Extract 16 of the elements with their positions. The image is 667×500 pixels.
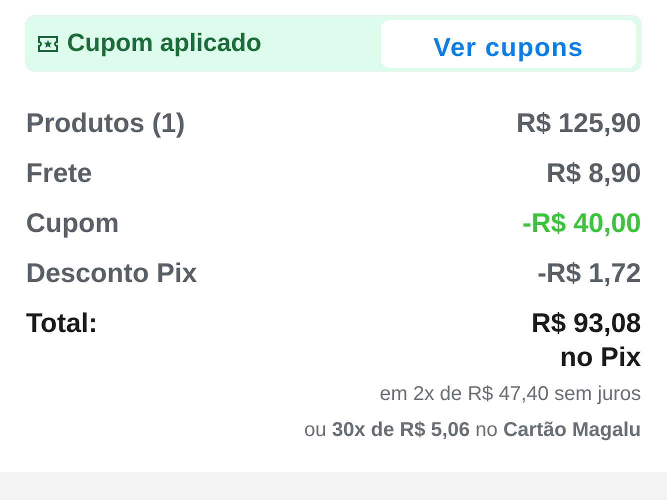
ticket-icon: [37, 34, 59, 52]
payment-method: no Pix: [558, 341, 641, 374]
summary-value: R$ 125,90: [516, 108, 641, 138]
summary-value: R$ 8,90: [546, 158, 641, 188]
installment-text: em 2x de R$ 47,40 sem juros: [378, 382, 641, 407]
coupon-status: Cupom aplicado: [67, 29, 262, 58]
installment-text: ou 30x de R$ 5,06 no Cartão Magalu: [303, 418, 641, 443]
summary-label: Desconto Pix: [26, 258, 198, 288]
summary-label: Cupom: [26, 208, 119, 238]
total-label: Total:: [26, 308, 98, 338]
view-coupons-button[interactable]: Ver cupons: [381, 20, 636, 68]
summary-value: -R$ 1,72: [537, 258, 641, 288]
summary-label: Produtos (1): [26, 108, 185, 138]
summary-label: Frete: [26, 158, 92, 188]
total-value: R$ 93,08: [531, 308, 641, 338]
summary-value: -R$ 40,00: [522, 208, 641, 238]
